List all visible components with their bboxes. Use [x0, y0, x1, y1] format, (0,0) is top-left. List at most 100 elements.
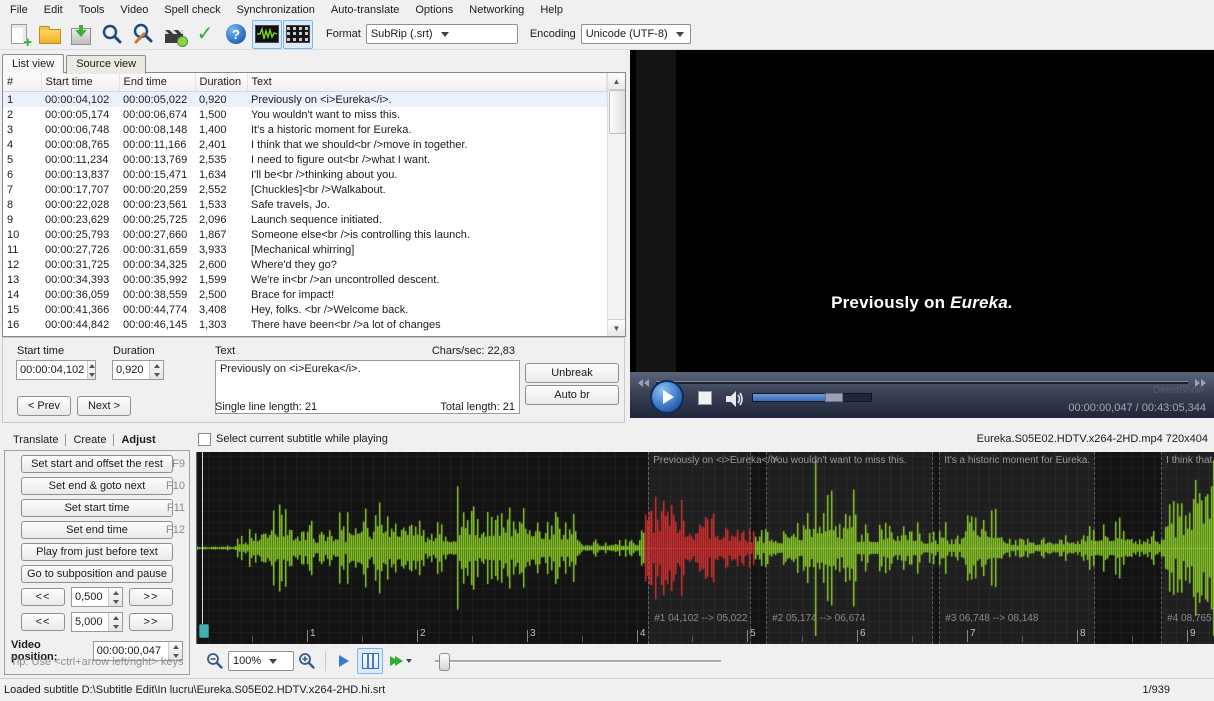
cell-text: I think that we should<br />move in toge…: [251, 138, 468, 151]
scrollbar-thumb[interactable]: [609, 90, 625, 134]
nudge-back-large-button[interactable]: <<: [21, 613, 65, 631]
video-position-cursor-handle[interactable]: [199, 624, 210, 638]
speaker-icon[interactable]: [724, 390, 746, 408]
table-scrollbar[interactable]: ▲ ▼: [607, 73, 625, 336]
encoding-select[interactable]: Unicode (UTF-8): [580, 24, 691, 44]
waveform-play-button[interactable]: [331, 648, 357, 674]
set-end-time-button[interactable]: Set end time: [21, 521, 173, 539]
start-time-spinner[interactable]: 00:00:04,102: [16, 360, 96, 380]
video-toggle-icon[interactable]: [283, 19, 313, 49]
nudge-fwd-small-button[interactable]: >>: [129, 588, 173, 606]
nudge-small-spinner[interactable]: 0,500: [71, 587, 123, 607]
tab-source-view[interactable]: Source view: [66, 55, 147, 74]
nudge-fwd-large-button[interactable]: >>: [129, 613, 173, 631]
spinner-arrows-icon[interactable]: [108, 588, 122, 606]
ruler-tick: [1132, 636, 1133, 642]
menu-options[interactable]: Options: [407, 2, 461, 18]
go-to-subposition-and-pause-button[interactable]: Go to subposition and pause: [21, 565, 173, 583]
table-row[interactable]: 2 00:00:05,174 00:00:06,674 1,500 You wouldn…: [3, 107, 607, 122]
table-row[interactable]: 9 00:00:23,629 00:00:25,725 2,096 Launch seq…: [3, 212, 607, 227]
table-row[interactable]: 5 00:00:11,234 00:00:13,769 2,535 I need to …: [3, 152, 607, 167]
table-row[interactable]: 16 00:00:44,842 00:00:46,145 1,303 There hav…: [3, 317, 607, 332]
menu-tools[interactable]: Tools: [71, 2, 113, 18]
set-end-goto-next-button[interactable]: Set end & goto next: [21, 477, 173, 495]
table-row[interactable]: 13 00:00:34,393 00:00:35,992 1,599 We're in<…: [3, 272, 607, 287]
tab-adjust[interactable]: Adjust: [114, 432, 162, 448]
scroll-down-icon[interactable]: ▼: [608, 319, 625, 336]
spinner-arrows-icon[interactable]: [149, 361, 163, 379]
prev-button[interactable]: < Prev: [17, 396, 71, 416]
menu-networking[interactable]: Networking: [461, 2, 532, 18]
waveform-view[interactable]: Previously on <i>Eureka</i>. #1 04,102 --…: [196, 452, 1214, 644]
ruler-tick: [1077, 630, 1078, 642]
waveform-zoom-out-button[interactable]: [202, 648, 228, 674]
column-header-end-time[interactable]: End time: [119, 73, 196, 92]
stop-button[interactable]: [698, 391, 712, 405]
duration-spinner[interactable]: 0,920: [112, 360, 164, 380]
open-subtitle-icon[interactable]: [35, 20, 65, 49]
find-icon[interactable]: [97, 20, 127, 49]
tab-list-view[interactable]: List view: [2, 54, 65, 73]
menu-synchronization[interactable]: Synchronization: [229, 2, 323, 18]
table-row[interactable]: 10 00:00:25,793 00:00:27,660 1,867 Someone e…: [3, 227, 607, 242]
select-current-subtitle-checkbox[interactable]: [198, 432, 211, 446]
auto-br-button[interactable]: Auto br: [525, 385, 619, 405]
menu-help[interactable]: Help: [532, 2, 571, 18]
save-icon[interactable]: [66, 20, 96, 49]
video-file-info: Eureka.S05E02.HDTV.x264-2HD.mp4 720x404: [976, 433, 1208, 445]
spell-check-icon[interactable]: ✓: [190, 20, 220, 49]
column-header-duration[interactable]: Duration: [195, 73, 248, 92]
menu-edit[interactable]: Edit: [36, 2, 71, 18]
table-row[interactable]: 3 00:00:06,748 00:00:08,148 1,400 It's a his…: [3, 122, 607, 137]
cell-duration: 2,500: [199, 288, 227, 301]
volume-thumb[interactable]: [825, 393, 843, 402]
waveform-position-slider[interactable]: [435, 651, 721, 671]
spinner-arrows-icon[interactable]: [87, 361, 95, 379]
waveform-toggle-icon[interactable]: [252, 19, 282, 49]
play-button[interactable]: [650, 380, 684, 414]
replace-icon[interactable]: [128, 20, 158, 49]
menu-video[interactable]: Video: [112, 2, 156, 18]
table-row[interactable]: 7 00:00:17,707 00:00:20,259 2,552 [Chuckles]…: [3, 182, 607, 197]
cell-end: 00:00:15,471: [123, 168, 188, 181]
next-button[interactable]: Next >: [77, 396, 131, 416]
playback-speed-button[interactable]: [383, 648, 419, 674]
tab-create[interactable]: Create: [66, 432, 113, 448]
slider-thumb[interactable]: [439, 653, 450, 671]
nudge-large-spinner[interactable]: 5,000: [71, 612, 123, 632]
menu-file[interactable]: File: [2, 2, 36, 18]
set-start-and-offset-the-rest-button[interactable]: Set start and offset the rest: [21, 455, 173, 473]
table-row[interactable]: 12 00:00:31,725 00:00:34,325 2,600 Where'd t…: [3, 257, 607, 272]
menu-spell-check[interactable]: Spell check: [156, 2, 228, 18]
waveform-zoom-in-button[interactable]: [294, 648, 320, 674]
column-header-num[interactable]: #: [3, 73, 42, 92]
nudge-back-small-button[interactable]: <<: [21, 588, 65, 606]
cell-end: 00:00:11,166: [123, 138, 187, 151]
table-row[interactable]: 8 00:00:22,028 00:00:23,561 1,533 Safe trave…: [3, 197, 607, 212]
tab-translate[interactable]: Translate: [6, 432, 65, 448]
seek-bar[interactable]: [656, 381, 1188, 384]
format-select[interactable]: SubRip (.srt): [365, 24, 518, 44]
column-header-text[interactable]: Text: [247, 73, 607, 92]
waveform-spectrogram-toggle[interactable]: [357, 648, 383, 674]
video-position-cursor[interactable]: [202, 452, 204, 628]
table-row[interactable]: 15 00:00:41,366 00:00:44,774 3,408 Hey, folk…: [3, 302, 607, 317]
set-start-time-button[interactable]: Set start time: [21, 499, 173, 517]
new-subtitle-icon[interactable]: [4, 20, 34, 51]
table-row[interactable]: 14 00:00:36,059 00:00:38,559 2,500 Brace for…: [3, 287, 607, 302]
table-row[interactable]: 6 00:00:13,837 00:00:15,471 1,634 I'll be<br…: [3, 167, 607, 182]
scroll-up-icon[interactable]: ▲: [608, 73, 625, 90]
play-from-just-before-text-button[interactable]: Play from just before text: [21, 543, 173, 561]
table-row[interactable]: 11 00:00:27,726 00:00:31,659 3,933 [Mechanic…: [3, 242, 607, 257]
table-row[interactable]: 4 00:00:08,765 00:00:11,166 2,401 I think th…: [3, 137, 607, 152]
menu-auto-translate[interactable]: Auto-translate: [323, 2, 407, 18]
help-icon[interactable]: ?: [221, 20, 251, 49]
column-header-start-time[interactable]: Start time: [41, 73, 120, 92]
seek-back-icon[interactable]: [638, 379, 649, 387]
spinner-arrows-icon[interactable]: [108, 613, 122, 631]
table-row[interactable]: 1 00:00:04,102 00:00:05,022 0,920 Previously…: [3, 91, 607, 107]
unbreak-button[interactable]: Unbreak: [525, 363, 619, 383]
volume-slider[interactable]: [752, 393, 872, 402]
waveform-zoom-select[interactable]: 100%: [228, 651, 294, 671]
visual-sync-icon[interactable]: [159, 20, 189, 49]
